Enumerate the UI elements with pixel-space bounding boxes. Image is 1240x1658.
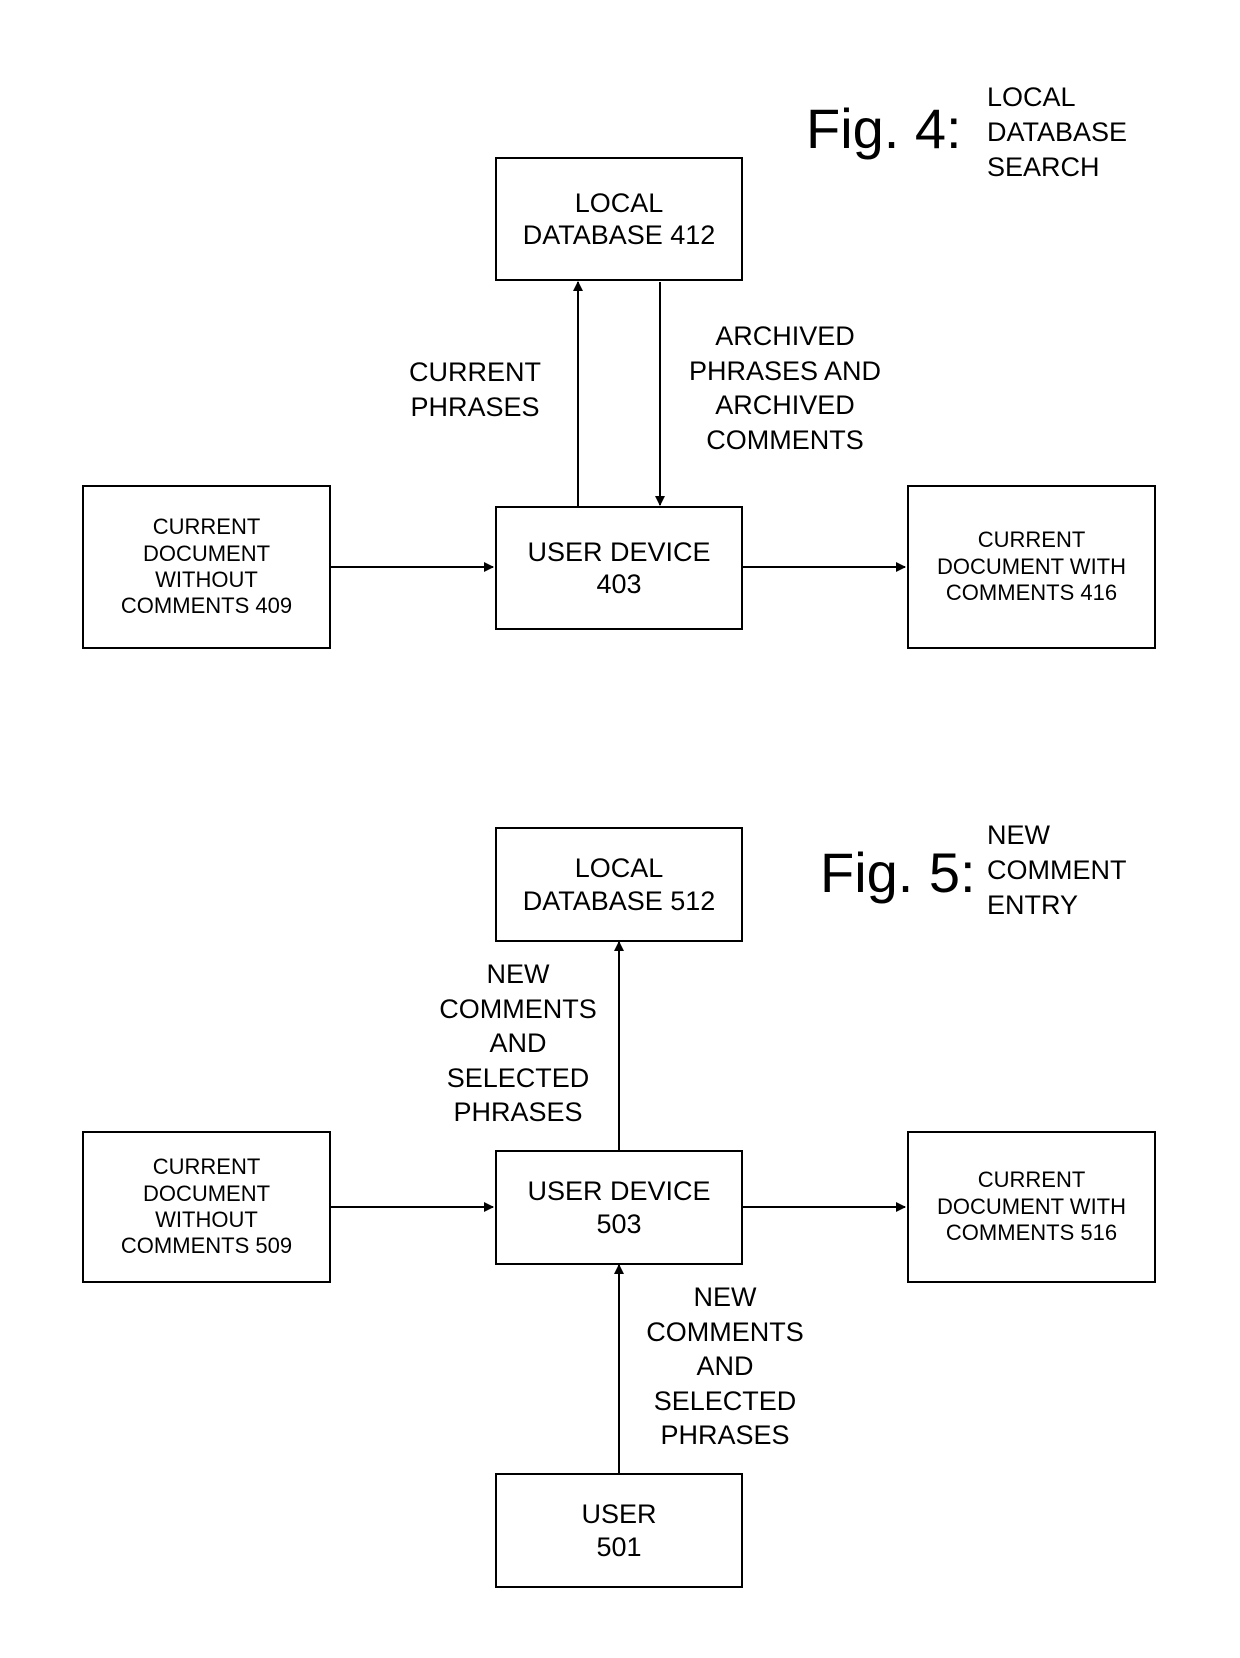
fig5-subtitle: NEW COMMENT ENTRY <box>987 820 1127 921</box>
local-database-512: LOCAL DATABASE 512 <box>495 827 743 942</box>
current-document-without-comments-509: CURRENT DOCUMENT WITHOUT COMMENTS 509 <box>82 1131 331 1283</box>
fig4-title: Fig. 4: <box>806 97 962 160</box>
node-label: LOCAL DATABASE 512 <box>522 853 716 916</box>
fig5-title: Fig. 5: <box>820 841 976 904</box>
user-501: USER 501 <box>495 1473 743 1588</box>
node-label: CURRENT DOCUMENT WITHOUT COMMENTS 509 <box>120 1154 293 1259</box>
local-database-412: LOCAL DATABASE 412 <box>495 157 743 281</box>
node-label: CURRENT DOCUMENT WITH COMMENTS 416 <box>936 527 1127 606</box>
node-label: USER DEVICE 503 <box>527 1176 711 1239</box>
current-document-with-comments-416: CURRENT DOCUMENT WITH COMMENTS 416 <box>907 485 1156 649</box>
node-label: LOCAL DATABASE 412 <box>522 187 716 250</box>
edge-label-current-phrases: CURRENT PHRASES <box>409 357 541 422</box>
node-label: USER 501 <box>581 1499 657 1562</box>
node-label: CURRENT DOCUMENT WITHOUT COMMENTS 409 <box>120 514 293 619</box>
user-device-403: USER DEVICE 403 <box>495 506 743 630</box>
fig4-subtitle: LOCAL DATABASE SEARCH <box>987 82 1128 183</box>
edge-label-user-to-device: NEW COMMENTS AND SELECTED PHRASES <box>646 1282 804 1451</box>
node-label: USER DEVICE 403 <box>527 536 711 599</box>
current-document-with-comments-516: CURRENT DOCUMENT WITH COMMENTS 516 <box>907 1131 1156 1283</box>
user-device-503: USER DEVICE 503 <box>495 1150 743 1265</box>
edge-label-archived: ARCHIVED PHRASES AND ARCHIVED COMMENTS <box>688 321 882 455</box>
edge-label-device-to-db: NEW COMMENTS AND SELECTED PHRASES <box>439 959 597 1128</box>
node-label: CURRENT DOCUMENT WITH COMMENTS 516 <box>936 1167 1127 1246</box>
current-document-without-comments-409: CURRENT DOCUMENT WITHOUT COMMENTS 409 <box>82 485 331 649</box>
